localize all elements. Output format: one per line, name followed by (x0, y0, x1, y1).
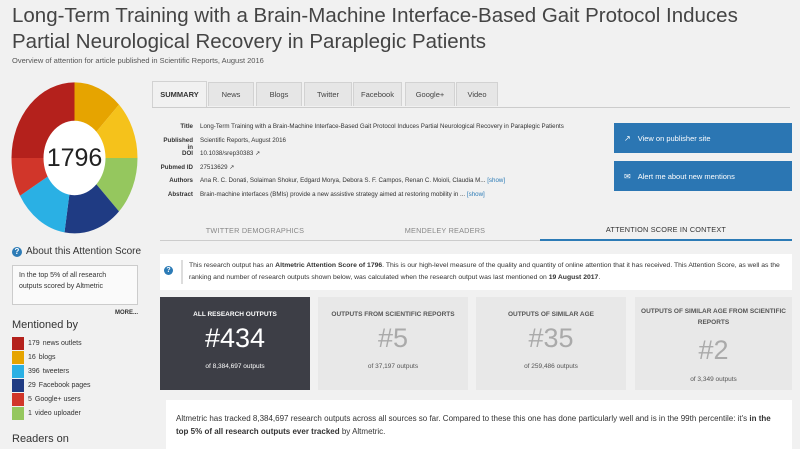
mentions-list: 179 news outlets 16 blogs 396 tweeters 29 Fa… (12, 336, 138, 420)
about-score-label: About this Attention Score (26, 246, 142, 257)
card-heading: OUTPUTS OF SIMILAR AGE FROM SCIENTIFIC R… (641, 308, 786, 326)
tab-googleplus[interactable]: Google+ (405, 82, 455, 106)
tab-blogs[interactable]: Blogs (256, 82, 302, 106)
subtab-mendeley-readers[interactable]: MENDELEY READERS (350, 220, 540, 241)
card-rank: #2 (698, 335, 729, 365)
tab-video[interactable]: Video (456, 82, 498, 106)
meta-authors-label: Authors (169, 177, 193, 184)
meta-pubmed-label: Pubmed ID (160, 163, 193, 171)
tab-bar: SUMMARY News Blogs Twitter Facebook Goog… (152, 80, 790, 108)
mention-blogs[interactable]: 16 blogs (12, 350, 138, 364)
tab-summary[interactable]: SUMMARY (152, 81, 207, 107)
authors-value: Ana R. C. Donati, Solaiman Shokur, Edgar… (200, 177, 486, 184)
card-rank: #5 (377, 323, 409, 353)
meta-doi-row: DOI 10.1038/srep30383 ↗ (160, 150, 610, 164)
video-color-swatch (12, 406, 24, 420)
mention-facebook[interactable]: 29 Facebook pages (12, 378, 138, 392)
authors-show-link[interactable]: [show] (487, 177, 505, 184)
card-of-text: of 259,486 outputs (524, 363, 578, 370)
card-rank: #434 (204, 323, 266, 353)
question-icon: ? (12, 246, 22, 257)
card-heading: OUTPUTS OF SIMILAR AGE (507, 311, 595, 318)
pubmed-link[interactable]: 27513629 (200, 164, 228, 171)
card-of-text: of 3,349 outputs (690, 376, 737, 383)
mention-news[interactable]: 179 news outlets (12, 336, 138, 350)
external-link-icon[interactable]: ↗ (229, 164, 234, 171)
meta-authors-row: Authors Ana R. C. Donati, Solaiman Shoku… (160, 177, 610, 191)
meta-pubmed-row: Pubmed ID 27513629 ↗ (160, 164, 610, 178)
meta-published-label: Published in (163, 136, 193, 151)
mention-label: blogs (38, 353, 56, 361)
meta-abstract-row: Abstract Brain-machine interfaces (BMIs)… (160, 191, 610, 205)
alert-mentions-label: Alert me about new mentions (637, 171, 735, 181)
mention-count: 16 (28, 353, 36, 361)
mention-count: 1 (28, 409, 32, 417)
card-similar-age[interactable]: OUTPUTS OF SIMILAR AGE #35 of 259,486 ou… (476, 297, 626, 390)
card-rank: #35 (528, 323, 574, 353)
card-scientific-reports[interactable]: OUTPUTS FROM SCIENTIFIC REPORTS #5 of 37… (318, 297, 468, 390)
facebook-color-swatch (12, 378, 24, 392)
more-link[interactable]: MORE... (115, 310, 138, 316)
meta-abstract-label: Abstract (167, 190, 193, 198)
view-publisher-button[interactable]: ↗ View on publisher site (614, 123, 792, 153)
subtab-attention-context[interactable]: ATTENTION SCORE IN CONTEXT (540, 220, 792, 241)
about-score-link[interactable]: ? About this Attention Score (12, 246, 141, 257)
mention-count: 396 (28, 367, 40, 375)
top-percent-box: In the top 5% of all research outputs sc… (12, 265, 138, 305)
context-description: ? This research output has an Altmetric … (160, 254, 792, 290)
mention-video[interactable]: 1 video uploader (12, 406, 138, 420)
external-link-icon[interactable]: ↗ (255, 150, 260, 157)
mention-label: video uploader (34, 409, 81, 417)
abstract-value: Brain-machine interfaces (BMIs) provide … (200, 190, 466, 198)
tab-twitter[interactable]: Twitter (304, 82, 352, 106)
article-metadata: Title Long-Term Training with a Brain-Ma… (160, 123, 610, 204)
envelope-icon: ✉ (624, 171, 631, 181)
card-of-text: of 8,384,697 outputs (205, 363, 265, 370)
alert-mentions-button[interactable]: ✉ Alert me about new mentions (614, 161, 792, 191)
external-link-icon: ↗ (624, 133, 631, 143)
doi-link[interactable]: 10.1038/srep30383 (200, 150, 253, 157)
mention-label: Facebook pages (38, 381, 91, 389)
percentile-summary: Altmetric has tracked 8,384,697 research… (166, 400, 792, 449)
mention-count: 5 (28, 395, 32, 403)
abstract-show-link[interactable]: [show] (467, 191, 485, 198)
meta-published-value: Scientific Reports, August 2016 (200, 136, 286, 144)
meta-title-label: Title (180, 123, 193, 130)
mentioned-by-heading: Mentioned by (12, 319, 79, 331)
blogs-color-swatch (12, 350, 24, 364)
mention-count: 29 (28, 381, 36, 389)
readers-heading: Readers on (12, 433, 69, 445)
mention-tweeters[interactable]: 396 tweeters (12, 364, 138, 378)
card-heading: ALL RESEARCH OUTPUTS (193, 311, 277, 318)
question-icon: ? (164, 266, 173, 275)
mention-googleplus[interactable]: 5 Google+ users (12, 392, 138, 406)
tweeters-color-swatch (12, 364, 24, 378)
card-of-text: of 37,197 outputs (367, 363, 419, 370)
meta-title-row: Title Long-Term Training with a Brain-Ma… (160, 123, 610, 137)
tab-facebook[interactable]: Facebook (353, 82, 402, 106)
page-title: Long-Term Training with a Brain-Machine … (12, 4, 738, 53)
subtab-bar: TWITTER DEMOGRAPHICS MENDELEY READERS AT… (160, 220, 792, 241)
mention-count: 179 (28, 339, 40, 347)
view-publisher-label: View on publisher site (637, 133, 711, 143)
meta-doi-label: DOI (181, 150, 193, 157)
card-heading: OUTPUTS FROM SCIENTIFIC REPORTS (331, 311, 455, 318)
meta-published-row: Published in Scientific Reports, August … (160, 137, 610, 151)
card-similar-age-scientific-reports[interactable]: OUTPUTS OF SIMILAR AGE FROM SCIENTIFIC R… (635, 297, 792, 390)
subtab-twitter-demographics[interactable]: TWITTER DEMOGRAPHICS (160, 220, 350, 241)
context-text: This research output has an Altmetric At… (181, 260, 789, 284)
attention-score: 1796 (46, 143, 103, 172)
card-all-outputs[interactable]: ALL RESEARCH OUTPUTS #434 of 8,384,697 o… (160, 297, 310, 390)
news-color-swatch (12, 336, 24, 350)
meta-title-value: Long-Term Training with a Brain-Machine … (200, 123, 564, 130)
googleplus-color-swatch (12, 392, 24, 406)
mention-label: Google+ users (34, 395, 81, 403)
tab-news[interactable]: News (208, 82, 254, 106)
page-subtitle: Overview of attention for article publis… (12, 56, 264, 65)
mention-label: news outlets (42, 339, 82, 347)
altmetric-donut[interactable]: 1796 (11, 82, 138, 234)
mention-label: tweeters (42, 367, 70, 375)
